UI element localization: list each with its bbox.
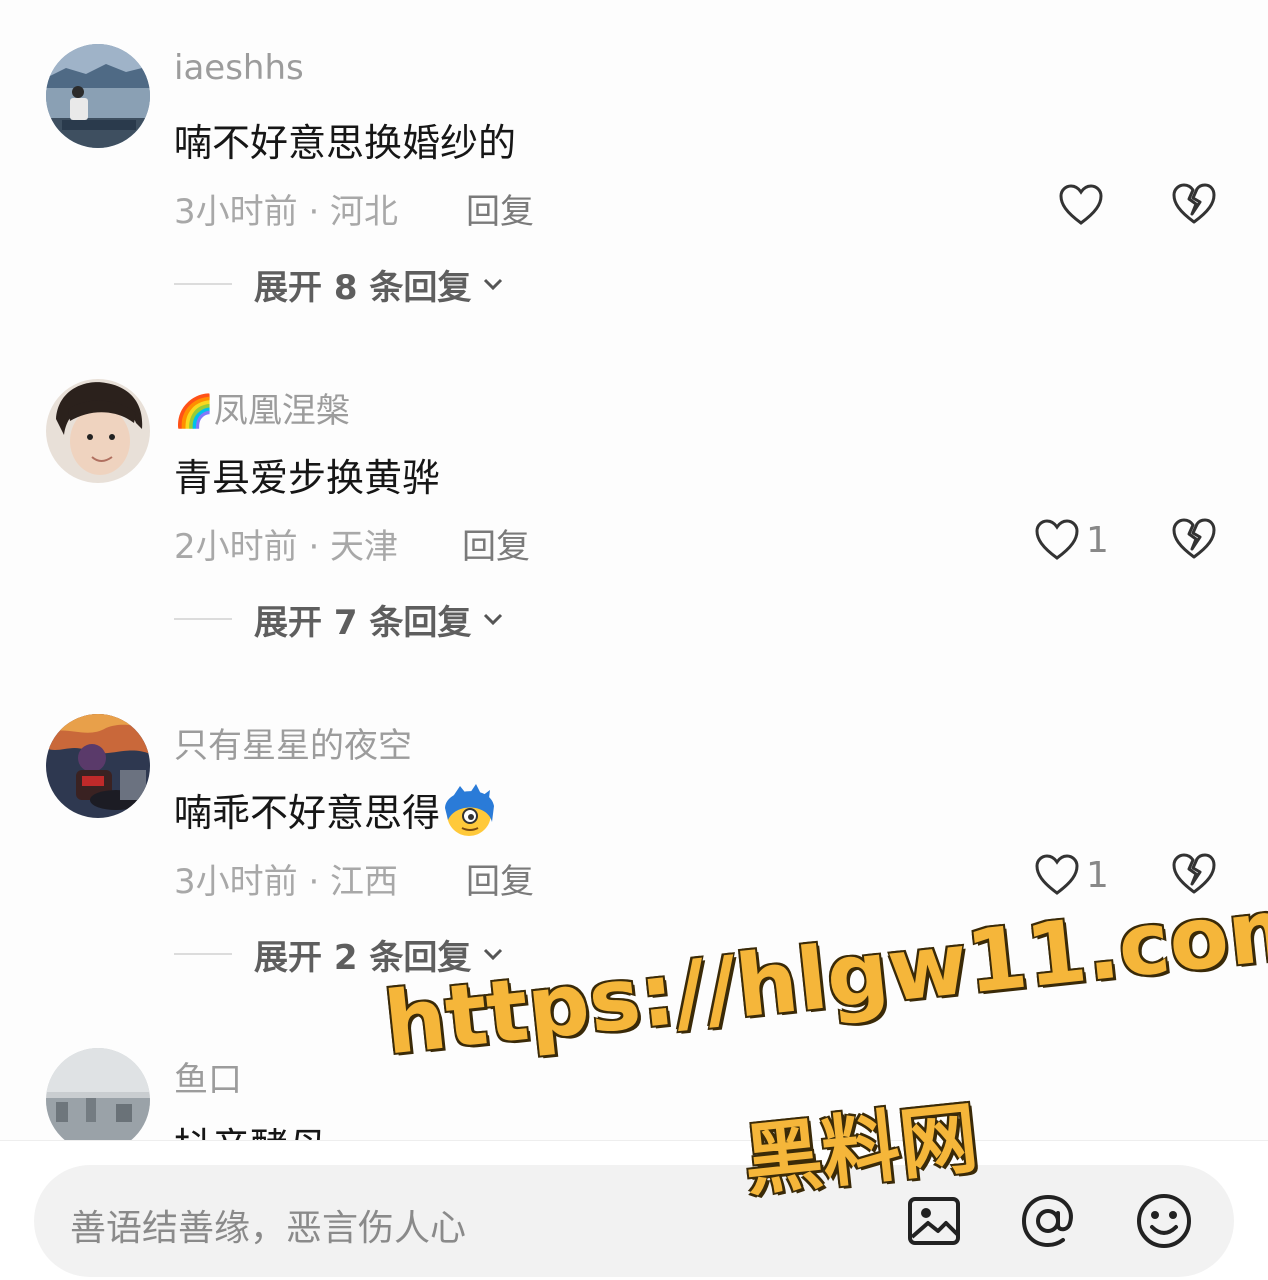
- comment-meta: 3小时前 · 河北: [174, 192, 399, 232]
- expand-replies[interactable]: 展开 2 条回复: [174, 932, 507, 978]
- expand-replies[interactable]: 展开 7 条回复: [174, 597, 507, 643]
- comment-text-body: 喃乖不好意思得: [174, 791, 441, 835]
- divider: [174, 618, 232, 620]
- comment-text: 喃不好意思换婚纱的: [174, 121, 517, 165]
- comment-meta: 2小时前 · 天津: [174, 527, 399, 567]
- expand-label: 展开 8 条回复: [254, 267, 472, 308]
- cool-face-emoji-icon: [445, 783, 495, 836]
- avatar[interactable]: [46, 44, 150, 148]
- avatar[interactable]: [46, 1048, 150, 1140]
- avatar[interactable]: [46, 714, 150, 818]
- at-icon[interactable]: [1018, 1191, 1078, 1251]
- username[interactable]: 鱼口: [174, 1052, 242, 1101]
- chevron-down-icon: [484, 948, 503, 961]
- divider: [174, 283, 232, 285]
- username[interactable]: 🌈凤凰涅槃: [174, 383, 350, 432]
- broken-heart-icon: [1172, 183, 1216, 224]
- heart-icon: [1035, 854, 1079, 895]
- username[interactable]: 只有星星的夜空: [174, 718, 412, 767]
- expand-replies[interactable]: 展开 8 条回复: [174, 262, 507, 308]
- heart-icon: [1035, 519, 1079, 560]
- like-button[interactable]: 1: [1030, 515, 1140, 565]
- like-button[interactable]: 1: [1030, 850, 1140, 900]
- dislike-button[interactable]: [1170, 180, 1222, 230]
- comment-text: 喃乖不好意思得: [174, 782, 498, 840]
- image-icon[interactable]: [904, 1191, 964, 1251]
- reply-button[interactable]: 回复: [466, 854, 534, 903]
- reply-button[interactable]: 回复: [466, 184, 534, 233]
- rainbow-emoji: 🌈: [174, 392, 214, 430]
- like-button[interactable]: [1030, 180, 1140, 230]
- broken-heart-icon: [1172, 853, 1216, 894]
- comment-text: 青县爱步换黄骅: [174, 456, 441, 500]
- dislike-button[interactable]: [1170, 850, 1222, 900]
- like-count: 1: [1086, 519, 1109, 561]
- reply-button[interactable]: 回复: [462, 519, 530, 568]
- avatar[interactable]: [46, 379, 150, 483]
- broken-heart-icon: [1172, 518, 1216, 559]
- expand-label: 展开 2 条回复: [254, 937, 472, 978]
- comment-input[interactable]: 善语结善缘，恶言伤人心: [34, 1165, 1234, 1277]
- username[interactable]: iaeshhs: [174, 48, 304, 88]
- comment-item: iaeshhs 喃不好意思换婚纱的 3小时前 · 河北 回复 展开 8 条回复: [0, 44, 1268, 379]
- comment-item: 鱼口 抖音酵母: [0, 1040, 1268, 1140]
- chevron-down-icon: [484, 613, 503, 626]
- comment-text: 抖音酵母: [174, 1116, 326, 1140]
- heart-icon: [1059, 184, 1103, 225]
- comment-input-bar: 善语结善缘，恶言伤人心: [0, 1140, 1268, 1280]
- username-text: 凤凰涅槃: [213, 391, 350, 431]
- comment-text-body: 抖音酵母: [174, 1125, 326, 1140]
- emoji-icon[interactable]: [1134, 1191, 1194, 1251]
- comment-item: 只有星星的夜空 喃乖不好意思得 3小时前 · 江西 回复 1 展开 2 条回复: [0, 714, 1268, 1049]
- input-placeholder: 善语结善缘，恶言伤人心: [70, 1208, 467, 1249]
- chevron-down-icon: [484, 278, 503, 291]
- expand-label: 展开 7 条回复: [254, 602, 472, 643]
- comment-meta: 3小时前 · 江西: [174, 862, 399, 902]
- like-count: 1: [1086, 854, 1109, 896]
- comment-item: 🌈凤凰涅槃 青县爱步换黄骅 2小时前 · 天津 回复 1 展开 7 条回复: [0, 379, 1268, 714]
- divider: [174, 953, 232, 955]
- dislike-button[interactable]: [1170, 515, 1222, 565]
